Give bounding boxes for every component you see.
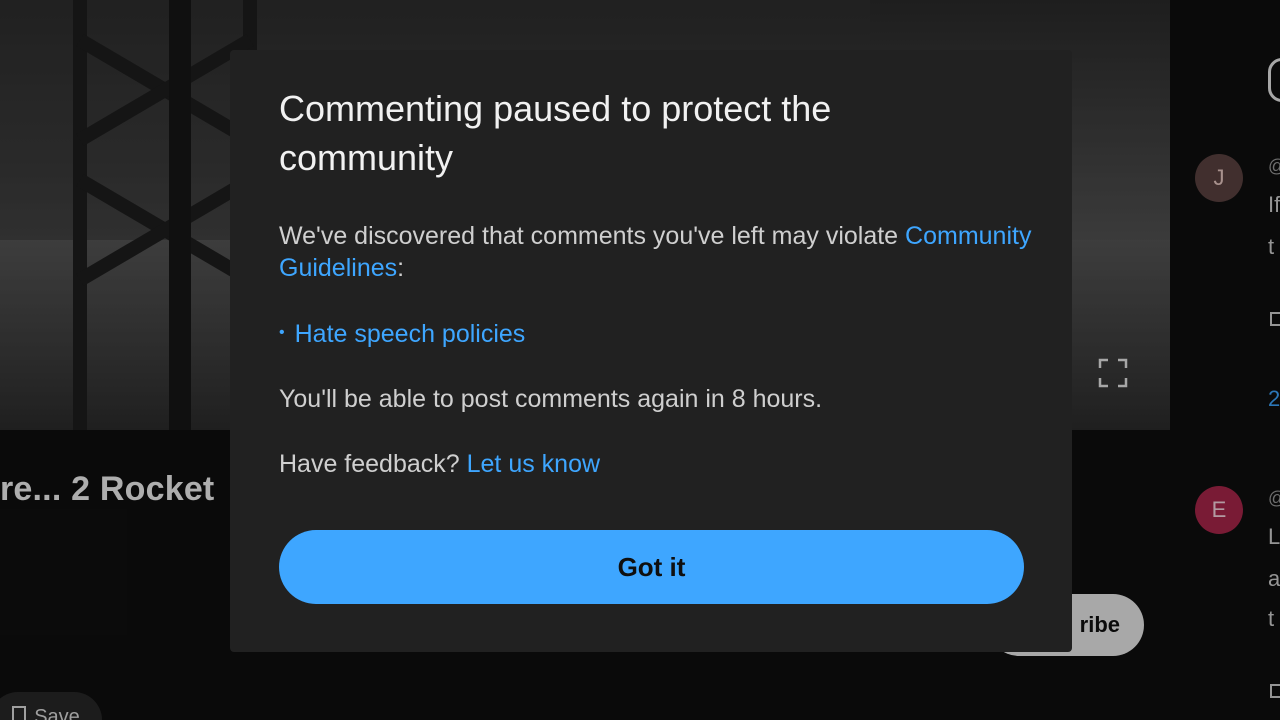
resume-time-text: You'll be able to post comments again in… [279,385,823,413]
dialog-message-suffix: : [397,254,405,282]
policy-list-item[interactable]: • Hate speech policies [279,318,525,351]
dialog-message-text: We've discovered that comments you've le… [279,222,906,250]
dialog-message: We've discovered that comments you've le… [279,220,1039,284]
feedback-prompt: Have feedback? [279,450,467,478]
hate-speech-policies-link[interactable]: Hate speech policies [295,320,526,348]
feedback-line: Have feedback? Let us know [279,448,600,480]
dialog-title: Commenting paused to protect the communi… [279,88,832,178]
let-us-know-link[interactable]: Let us know [467,450,600,478]
app-stage: re... 2 Rocket ribe Save J @ If t 2 E @ … [0,0,1280,720]
got-it-button[interactable]: Got it [279,530,1024,604]
bullet-icon: • [279,324,285,342]
commenting-paused-dialog: Commenting paused to protect the communi… [230,50,1072,652]
